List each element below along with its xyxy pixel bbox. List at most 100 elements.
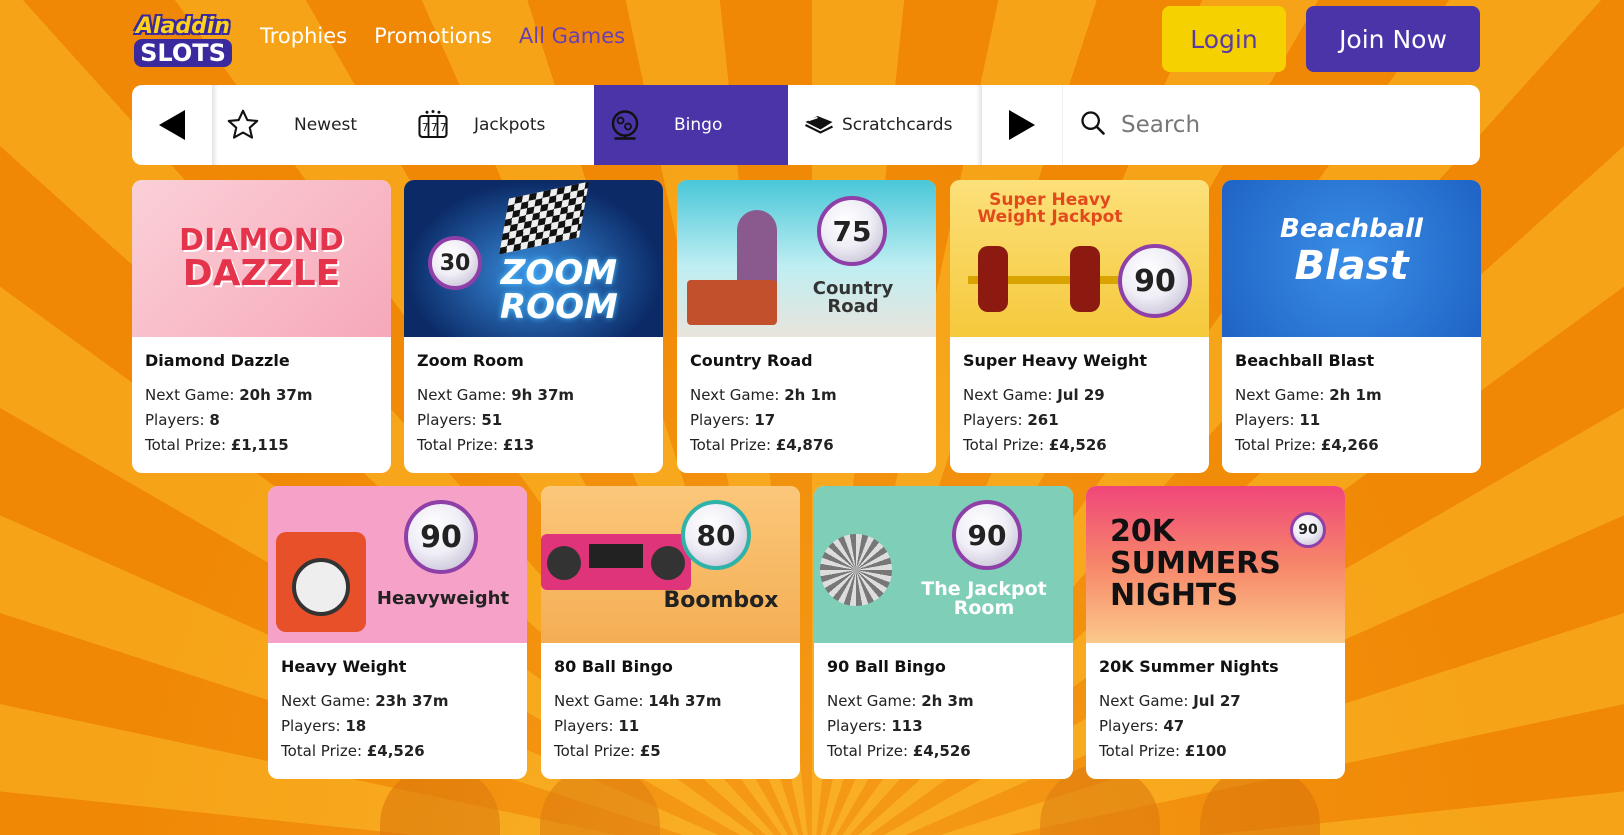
- bingo-ball-icon: [606, 106, 644, 144]
- search-bar: [1062, 85, 1480, 165]
- next-game-row: Next Game: 23h 37m: [281, 692, 449, 710]
- search-input[interactable]: [1121, 112, 1421, 138]
- total-prize-row: Total Prize: £13: [417, 436, 535, 454]
- tab-scratchcards[interactable]: Scratchcards: [788, 85, 982, 165]
- game-title: Super Heavy Weight: [963, 351, 1148, 370]
- next-game-row: Next Game: Jul 29: [963, 386, 1105, 404]
- arrow-left-icon: [159, 110, 185, 140]
- svg-text:7: 7: [422, 122, 429, 134]
- bingo-ball: 80: [681, 500, 751, 570]
- game-thumbnail: 20K SUMMERS NIGHTS 90: [1086, 486, 1345, 643]
- game-card-diamond-dazzle[interactable]: DIAMOND DAZZLE Diamond Dazzle Next Game: …: [132, 180, 391, 473]
- next-game-row: Next Game: 2h 3m: [827, 692, 974, 710]
- game-card-country-road[interactable]: 75 Country Road Country Road Next Game: 2…: [677, 180, 936, 473]
- category-bar: Newest 777 Jackpots Bingo Scratchcards: [132, 85, 1480, 165]
- players-row: Players: 261: [963, 411, 1059, 429]
- tab-label: Jackpots: [474, 115, 546, 135]
- dumbbell-weight-icon: [978, 246, 1008, 312]
- nav-all-games[interactable]: All Games: [519, 24, 625, 48]
- game-card-super-heavy-weight[interactable]: Super Heavy Weight Jackpot 90 Super Heavy…: [950, 180, 1209, 473]
- main-nav: Trophies Promotions All Games: [260, 24, 625, 48]
- total-prize-row: Total Prize: £4,526: [963, 436, 1107, 454]
- next-game-row: Next Game: 2h 1m: [1235, 386, 1382, 404]
- aladdin-slots-logo[interactable]: Aladdin SLOTS: [132, 10, 234, 72]
- players-row: Players: 11: [554, 717, 640, 735]
- game-title: Country Road: [690, 351, 813, 370]
- thumbnail-title: Heavyweight: [376, 588, 510, 609]
- game-card-zoom-room[interactable]: 30 ZOOM ROOM Zoom Room Next Game: 9h 37m …: [404, 180, 663, 473]
- tab-label: Scratchcards: [842, 115, 953, 135]
- scroll-left-button[interactable]: [132, 85, 212, 165]
- total-prize-row: Total Prize: £100: [1099, 742, 1227, 760]
- kitchen-scale-icon: [276, 532, 366, 632]
- game-title: 80 Ball Bingo: [554, 657, 673, 676]
- thumbnail-title: Beachball Blast: [1280, 214, 1423, 289]
- total-prize-row: Total Prize: £4,526: [281, 742, 425, 760]
- bingo-ball: 90: [1290, 512, 1326, 548]
- search-icon[interactable]: [1079, 109, 1107, 142]
- players-row: Players: 11: [1235, 411, 1321, 429]
- thumbnail-title: DIAMOND DAZZLE: [179, 223, 344, 294]
- bingo-ball: 90: [404, 500, 478, 574]
- game-thumbnail: 80 Boombox: [541, 486, 800, 643]
- players-row: Players: 18: [281, 717, 367, 735]
- thumbnail-title: Super Heavy Weight Jackpot: [977, 190, 1123, 227]
- game-card-20k-summer-nights[interactable]: 20K SUMMERS NIGHTS 90 20K Summer Nights Ne…: [1086, 486, 1345, 779]
- game-card-80-ball-bingo[interactable]: 80 Boombox 80 Ball Bingo Next Game: 14h …: [541, 486, 800, 779]
- dumbbell-weight-icon: [1070, 246, 1100, 312]
- game-title: Diamond Dazzle: [145, 351, 290, 370]
- boombox-icon: [541, 534, 691, 590]
- game-thumbnail: Super Heavy Weight Jackpot 90: [950, 180, 1209, 337]
- game-thumbnail: 30 ZOOM ROOM: [404, 180, 663, 337]
- login-button[interactable]: Login: [1162, 6, 1286, 72]
- tab-bingo[interactable]: Bingo: [594, 85, 788, 165]
- slot-machine-icon: 777: [414, 106, 452, 144]
- nav-trophies[interactable]: Trophies: [260, 24, 347, 48]
- nav-promotions[interactable]: Promotions: [374, 24, 492, 48]
- logo-line2: SLOTS: [134, 39, 232, 67]
- checkered-flag-icon: [499, 181, 589, 255]
- game-thumbnail: DIAMOND DAZZLE: [132, 180, 391, 337]
- bingo-ball: 75: [817, 196, 887, 266]
- total-prize-row: Total Prize: £4,526: [827, 742, 971, 760]
- total-prize-row: Total Prize: £5: [554, 742, 661, 760]
- players-row: Players: 51: [417, 411, 503, 429]
- game-title: 90 Ball Bingo: [827, 657, 946, 676]
- game-title: Beachball Blast: [1235, 351, 1375, 370]
- game-card-heavy-weight[interactable]: 90 Heavyweight Heavy Weight Next Game: 2…: [268, 486, 527, 779]
- game-thumbnail: Beachball Blast: [1222, 180, 1481, 337]
- tab-label: Bingo: [674, 115, 723, 135]
- bingo-ball: 90: [1118, 244, 1192, 318]
- scratchcard-icon: [800, 106, 838, 144]
- thumbnail-title: Boombox: [663, 588, 779, 613]
- next-game-row: Next Game: Jul 27: [1099, 692, 1241, 710]
- total-prize-row: Total Prize: £4,876: [690, 436, 834, 454]
- join-now-button[interactable]: Join Now: [1306, 6, 1480, 72]
- total-prize-row: Total Prize: £1,115: [145, 436, 289, 454]
- game-thumbnail: 75 Country Road: [677, 180, 936, 337]
- tab-newest[interactable]: Newest: [212, 85, 402, 165]
- thumbnail-title: ZOOM ROOM: [500, 253, 618, 327]
- tab-jackpots[interactable]: 777 Jackpots: [402, 85, 594, 165]
- game-title: 20K Summer Nights: [1099, 657, 1279, 676]
- svg-text:7: 7: [440, 122, 447, 134]
- svg-text:7: 7: [431, 122, 438, 134]
- person-figure: [737, 210, 777, 290]
- game-card-90-ball-bingo[interactable]: 90 The Jackpot Room 90 Ball Bingo Next Ga…: [814, 486, 1073, 779]
- game-title: Heavy Weight: [281, 657, 407, 676]
- players-row: Players: 47: [1099, 717, 1185, 735]
- next-game-row: Next Game: 14h 37m: [554, 692, 722, 710]
- next-game-row: Next Game: 2h 1m: [690, 386, 837, 404]
- players-row: Players: 17: [690, 411, 776, 429]
- site-header: Aladdin SLOTS Trophies Promotions All Ga…: [0, 0, 1624, 80]
- game-card-beachball-blast[interactable]: Beachball Blast Beachball Blast Next Game…: [1222, 180, 1481, 473]
- game-title: Zoom Room: [417, 351, 524, 370]
- thumbnail-title: Country Road: [812, 278, 894, 317]
- bingo-ball: 30: [428, 236, 482, 290]
- players-row: Players: 113: [827, 717, 923, 735]
- game-thumbnail: 90 Heavyweight: [268, 486, 527, 643]
- category-tabs: Newest 777 Jackpots Bingo Scratchcards: [212, 85, 982, 165]
- total-prize-row: Total Prize: £4,266: [1235, 436, 1379, 454]
- arrow-right-icon: [1009, 110, 1035, 140]
- scroll-right-button[interactable]: [982, 85, 1062, 165]
